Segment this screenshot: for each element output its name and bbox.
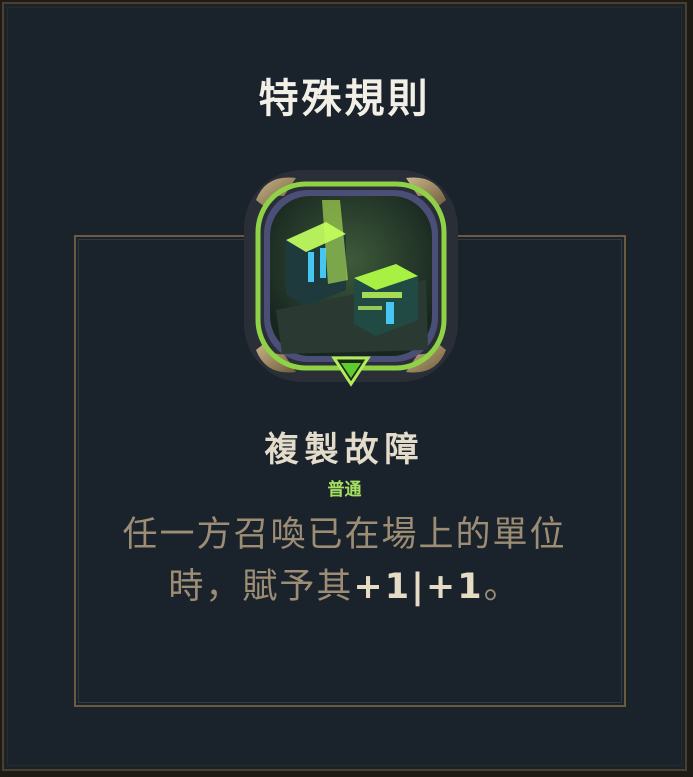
rule-rarity-label: 普通 [327,480,362,500]
rule-description: 任一方召喚已在場上的單位時，賦予其+1|+1。 [114,509,575,613]
panel-title: 特殊規則 [258,76,431,122]
special-rules-panel: 特殊規則 複製故障 普通 任一方召喚已在場上的單位時，賦予其+1|+1。 [2,2,687,771]
rule-emblem-icon [244,170,458,387]
rule-description-end: 。 [483,567,521,607]
rule-name: 複製故障 [264,430,425,470]
stat-bonus: +1|+1 [353,567,484,607]
